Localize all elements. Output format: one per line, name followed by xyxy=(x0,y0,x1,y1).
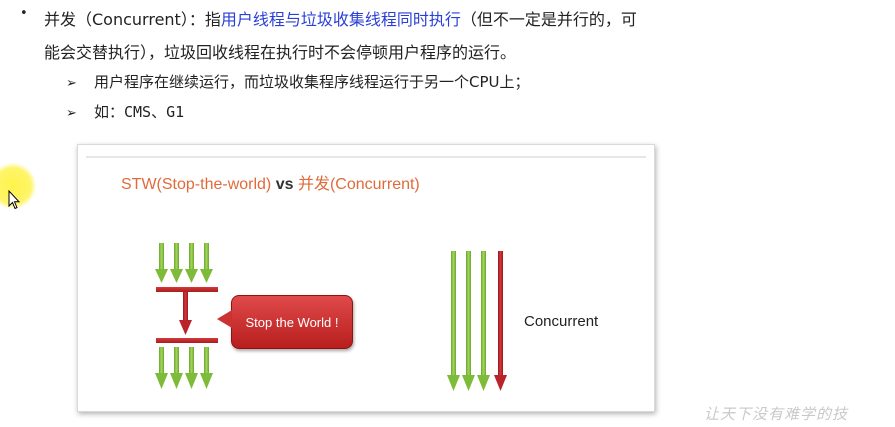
stw-threads-before xyxy=(155,243,213,283)
user-thread-arrow xyxy=(170,347,183,389)
definition-prefix: 并发（Concurrent）：指 xyxy=(44,10,221,29)
sub-point-1-text: 用户程序在继续运行，而垃圾收集程序线程运行于另一个CPU上； xyxy=(94,73,530,91)
sub-point-2: ➢ 如：CMS、G1 xyxy=(66,101,184,122)
user-thread-arrow xyxy=(185,347,198,389)
user-thread-arrow xyxy=(185,243,198,283)
stop-the-world-callout: Stop the World ! xyxy=(217,295,353,349)
diagram-title: STW(Stop-the-world) vs 并发(Concurrent) xyxy=(121,170,420,194)
concurrent-label: Concurrent xyxy=(524,313,599,330)
diagram-title-vs: vs xyxy=(275,176,294,193)
user-thread-arrow xyxy=(200,243,213,283)
bullet: • xyxy=(20,6,28,21)
user-thread-arrow xyxy=(155,243,168,283)
slide: • 并发（Concurrent）：指用户线程与垃圾收集线程同时执行（但不一定是并… xyxy=(0,0,895,427)
concurrent-definition-line2: 能会交替执行），垃圾回收线程在执行时不会停顿用户程序的运行。 xyxy=(44,43,517,62)
gc-thread-arrow xyxy=(179,292,192,335)
arrow-bullet-icon: ➢ xyxy=(66,76,77,91)
sub-point-1: ➢ 用户程序在继续运行，而垃圾收集程序线程运行于另一个CPU上； xyxy=(66,71,530,92)
diagram-title-stw: STW(Stop-the-world) xyxy=(121,176,272,193)
pause-start-bar xyxy=(156,287,218,292)
mouse-cursor-icon xyxy=(8,190,20,210)
user-thread-arrow xyxy=(200,347,213,389)
diagram-title-concurrent: 并发(Concurrent) xyxy=(297,176,420,193)
user-thread-arrow xyxy=(155,347,168,389)
concurrent-threads xyxy=(447,251,507,391)
stw-vs-concurrent-diagram: STW(Stop-the-world) vs 并发(Concurrent) St… xyxy=(77,144,655,412)
arrow-bullet-icon: ➢ xyxy=(66,106,77,121)
gc-thread-arrow xyxy=(494,251,507,391)
user-thread-arrow xyxy=(477,251,490,391)
definition-suffix: （但不一定是并行的，可 xyxy=(460,10,637,29)
user-thread-arrow xyxy=(170,243,183,283)
sub-point-2-text: 如：CMS、G1 xyxy=(94,103,185,121)
pause-end-bar xyxy=(156,338,218,343)
user-thread-arrow xyxy=(447,251,460,391)
watermark: 让天下没有难学的技 xyxy=(704,405,849,423)
definition-highlight: 用户线程与垃圾收集线程同时执行 xyxy=(220,10,461,29)
stw-threads-after xyxy=(155,347,213,389)
concurrent-definition-line1: 并发（Concurrent）：指用户线程与垃圾收集线程同时执行（但不一定是并行的… xyxy=(44,6,637,30)
user-thread-arrow xyxy=(462,251,475,391)
